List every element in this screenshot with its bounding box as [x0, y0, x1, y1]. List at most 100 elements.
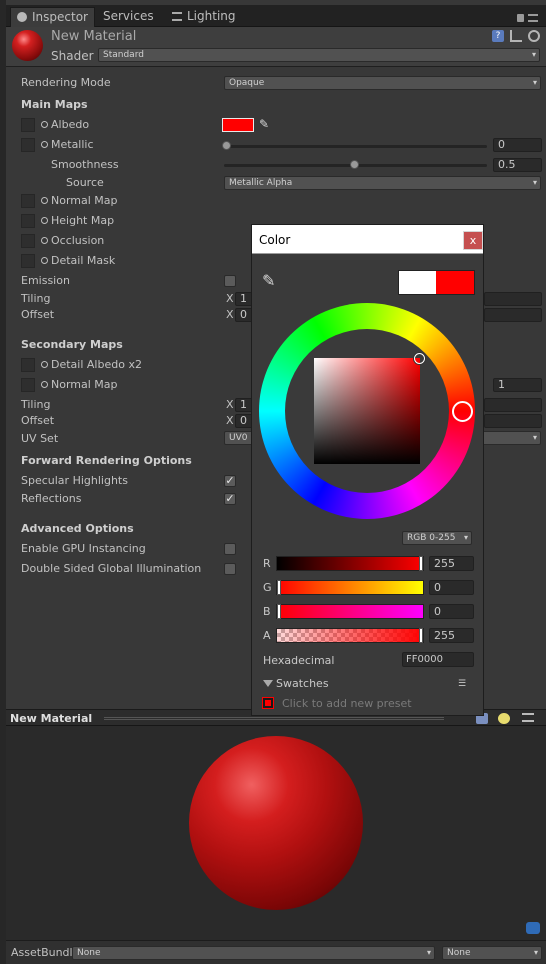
- specular-highlights-checkbox[interactable]: ✓: [224, 475, 236, 487]
- detail-mask-texture-slot[interactable]: [21, 254, 35, 268]
- red-channel-slider[interactable]: [276, 556, 424, 571]
- occlusion-label-text: Occlusion: [51, 234, 105, 247]
- preview-menu-icon[interactable]: [522, 713, 534, 722]
- saturation-value-handle[interactable]: [414, 353, 425, 364]
- eyedropper-icon[interactable]: ✎: [262, 271, 282, 291]
- metallic-value-field[interactable]: 0: [493, 138, 542, 152]
- green-channel-slider[interactable]: [276, 580, 424, 595]
- close-icon[interactable]: x: [463, 231, 483, 250]
- tab-menu-icon[interactable]: [528, 14, 538, 22]
- hexadecimal-field[interactable]: FF0000: [402, 652, 474, 667]
- chevron-down-icon: ▾: [532, 433, 537, 442]
- albedo-color-swatch[interactable]: [222, 118, 254, 132]
- height-map-texture-slot[interactable]: [21, 214, 35, 228]
- secondary-normal-texture-slot[interactable]: [21, 378, 35, 392]
- advanced-options-heading: Advanced Options: [21, 522, 134, 535]
- hue-handle[interactable]: [452, 401, 473, 422]
- detail-albedo-label: Detail Albedo x2: [41, 358, 142, 371]
- shader-dropdown[interactable]: Standard ▾: [98, 48, 540, 62]
- swatches-label[interactable]: Swatches: [276, 677, 329, 690]
- smoothness-value-field[interactable]: 0.5: [493, 158, 542, 172]
- preview-resize-grip[interactable]: [104, 717, 444, 720]
- preview-light-icon[interactable]: [498, 713, 510, 724]
- source-dropdown[interactable]: Metallic Alpha ▾: [224, 176, 541, 190]
- secondary-normal-label-text: Normal Map: [51, 378, 118, 391]
- detail-albedo-label-text: Detail Albedo x2: [51, 358, 142, 371]
- alpha-slider-handle[interactable]: [419, 628, 423, 643]
- gear-icon[interactable]: [528, 30, 540, 42]
- color-picker-titlebar[interactable]: Color: [252, 225, 483, 254]
- green-value-field[interactable]: 0: [429, 580, 474, 595]
- offset-y-field[interactable]: [484, 308, 542, 322]
- preview-viewport[interactable]: [6, 726, 546, 940]
- metallic-slider[interactable]: [224, 145, 487, 148]
- color-compare-preview[interactable]: [398, 270, 475, 295]
- chevron-down-icon: ▾: [426, 948, 431, 957]
- tab-lighting-label: Lighting: [187, 9, 236, 23]
- normal-map-label-text: Normal Map: [51, 194, 118, 207]
- secondary-tiling-y-field[interactable]: [484, 398, 542, 412]
- detail-albedo-texture-slot[interactable]: [21, 358, 35, 372]
- tab-inspector[interactable]: Inspector: [10, 7, 95, 27]
- emission-label: Emission: [21, 274, 70, 287]
- color-mode-dropdown[interactable]: RGB 0-255 ▾: [402, 531, 472, 545]
- secondary-offset-y-field[interactable]: [484, 414, 542, 428]
- hexadecimal-label: Hexadecimal: [263, 654, 335, 667]
- object-picker-icon[interactable]: [41, 237, 48, 244]
- red-slider-handle[interactable]: [419, 556, 423, 571]
- add-preset-hint[interactable]: Click to add new preset: [282, 697, 412, 710]
- preset-swatch-red[interactable]: [262, 697, 274, 709]
- assetbundle-variant-dropdown[interactable]: None ▾: [442, 946, 542, 960]
- rendering-mode-dropdown[interactable]: Opaque ▾: [224, 76, 541, 90]
- material-title[interactable]: New Material: [51, 29, 136, 44]
- preset-icon[interactable]: [510, 30, 522, 42]
- object-picker-icon[interactable]: [41, 361, 48, 368]
- tiling-y-field[interactable]: [484, 292, 542, 306]
- current-color-swatch: [436, 271, 474, 294]
- tag-icon[interactable]: [526, 922, 540, 934]
- alpha-value-field[interactable]: 255: [429, 628, 474, 643]
- red-value-field[interactable]: 255: [429, 556, 474, 571]
- blue-channel-slider[interactable]: [276, 604, 424, 619]
- help-icon[interactable]: ?: [492, 30, 504, 42]
- albedo-label: Albedo: [41, 118, 89, 131]
- object-picker-icon[interactable]: [41, 121, 48, 128]
- metallic-label: Metallic: [41, 138, 94, 151]
- forward-rendering-heading: Forward Rendering Options: [21, 454, 192, 467]
- previous-color-swatch[interactable]: [399, 271, 436, 294]
- tab-services[interactable]: Services: [97, 7, 160, 27]
- metallic-texture-slot[interactable]: [21, 138, 35, 152]
- chevron-down-icon: ▾: [531, 50, 536, 59]
- smoothness-slider-thumb[interactable]: [350, 160, 359, 169]
- alpha-channel-slider[interactable]: [276, 628, 424, 643]
- swatches-foldout-icon[interactable]: [263, 680, 273, 687]
- reflections-checkbox[interactable]: ✓: [224, 493, 236, 505]
- normal-map-label: Normal Map: [41, 194, 118, 207]
- green-slider-handle[interactable]: [277, 580, 281, 595]
- smoothness-label: Smoothness: [51, 158, 119, 171]
- assetbundle-label: AssetBundle: [11, 946, 80, 959]
- double-sided-gi-checkbox[interactable]: [224, 563, 236, 575]
- object-picker-icon[interactable]: [41, 197, 48, 204]
- object-picker-icon[interactable]: [41, 257, 48, 264]
- assetbundle-name-value: None: [77, 948, 101, 958]
- tab-lighting[interactable]: Lighting: [166, 7, 242, 27]
- object-picker-icon[interactable]: [41, 217, 48, 224]
- blue-slider-handle[interactable]: [277, 604, 281, 619]
- red-channel-label: R: [263, 557, 271, 570]
- gpu-instancing-checkbox[interactable]: [224, 543, 236, 555]
- object-picker-icon[interactable]: [41, 141, 48, 148]
- albedo-texture-slot[interactable]: [21, 118, 35, 132]
- blue-value-field[interactable]: 0: [429, 604, 474, 619]
- assetbundle-name-dropdown[interactable]: None ▾: [72, 946, 435, 960]
- object-picker-icon[interactable]: [41, 381, 48, 388]
- saturation-value-square[interactable]: [314, 358, 420, 464]
- lock-icon[interactable]: [517, 14, 524, 22]
- normal-map-texture-slot[interactable]: [21, 194, 35, 208]
- swatch-menu-icon[interactable]: ☰: [458, 680, 472, 689]
- emission-checkbox[interactable]: [224, 275, 236, 287]
- occlusion-texture-slot[interactable]: [21, 234, 35, 248]
- secondary-normal-scale-field[interactable]: 1: [493, 378, 542, 392]
- metallic-slider-thumb[interactable]: [222, 141, 231, 150]
- eyedropper-icon[interactable]: ✎: [259, 117, 273, 131]
